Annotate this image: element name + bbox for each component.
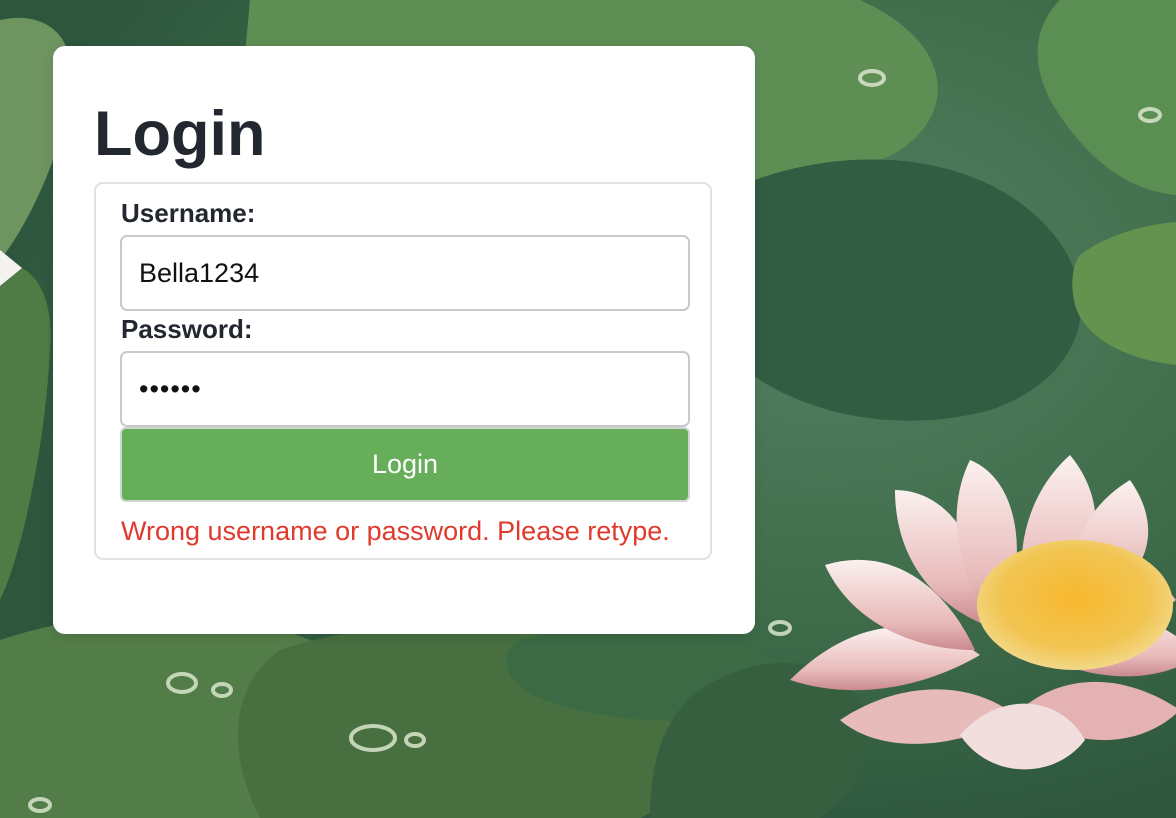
login-card: Login Username: Password: Login Wrong us… xyxy=(53,46,755,634)
page-title: Login xyxy=(94,99,266,169)
error-message: Wrong username or password. Please retyp… xyxy=(121,516,670,546)
password-label: Password: xyxy=(121,314,253,344)
login-page: Login Username: Password: Login Wrong us… xyxy=(0,0,1176,818)
username-input[interactable] xyxy=(120,235,690,311)
login-form: Username: Password: Login Wrong username… xyxy=(94,182,712,560)
login-button[interactable]: Login xyxy=(120,427,690,502)
password-input[interactable] xyxy=(120,351,690,427)
username-label: Username: xyxy=(121,198,256,228)
